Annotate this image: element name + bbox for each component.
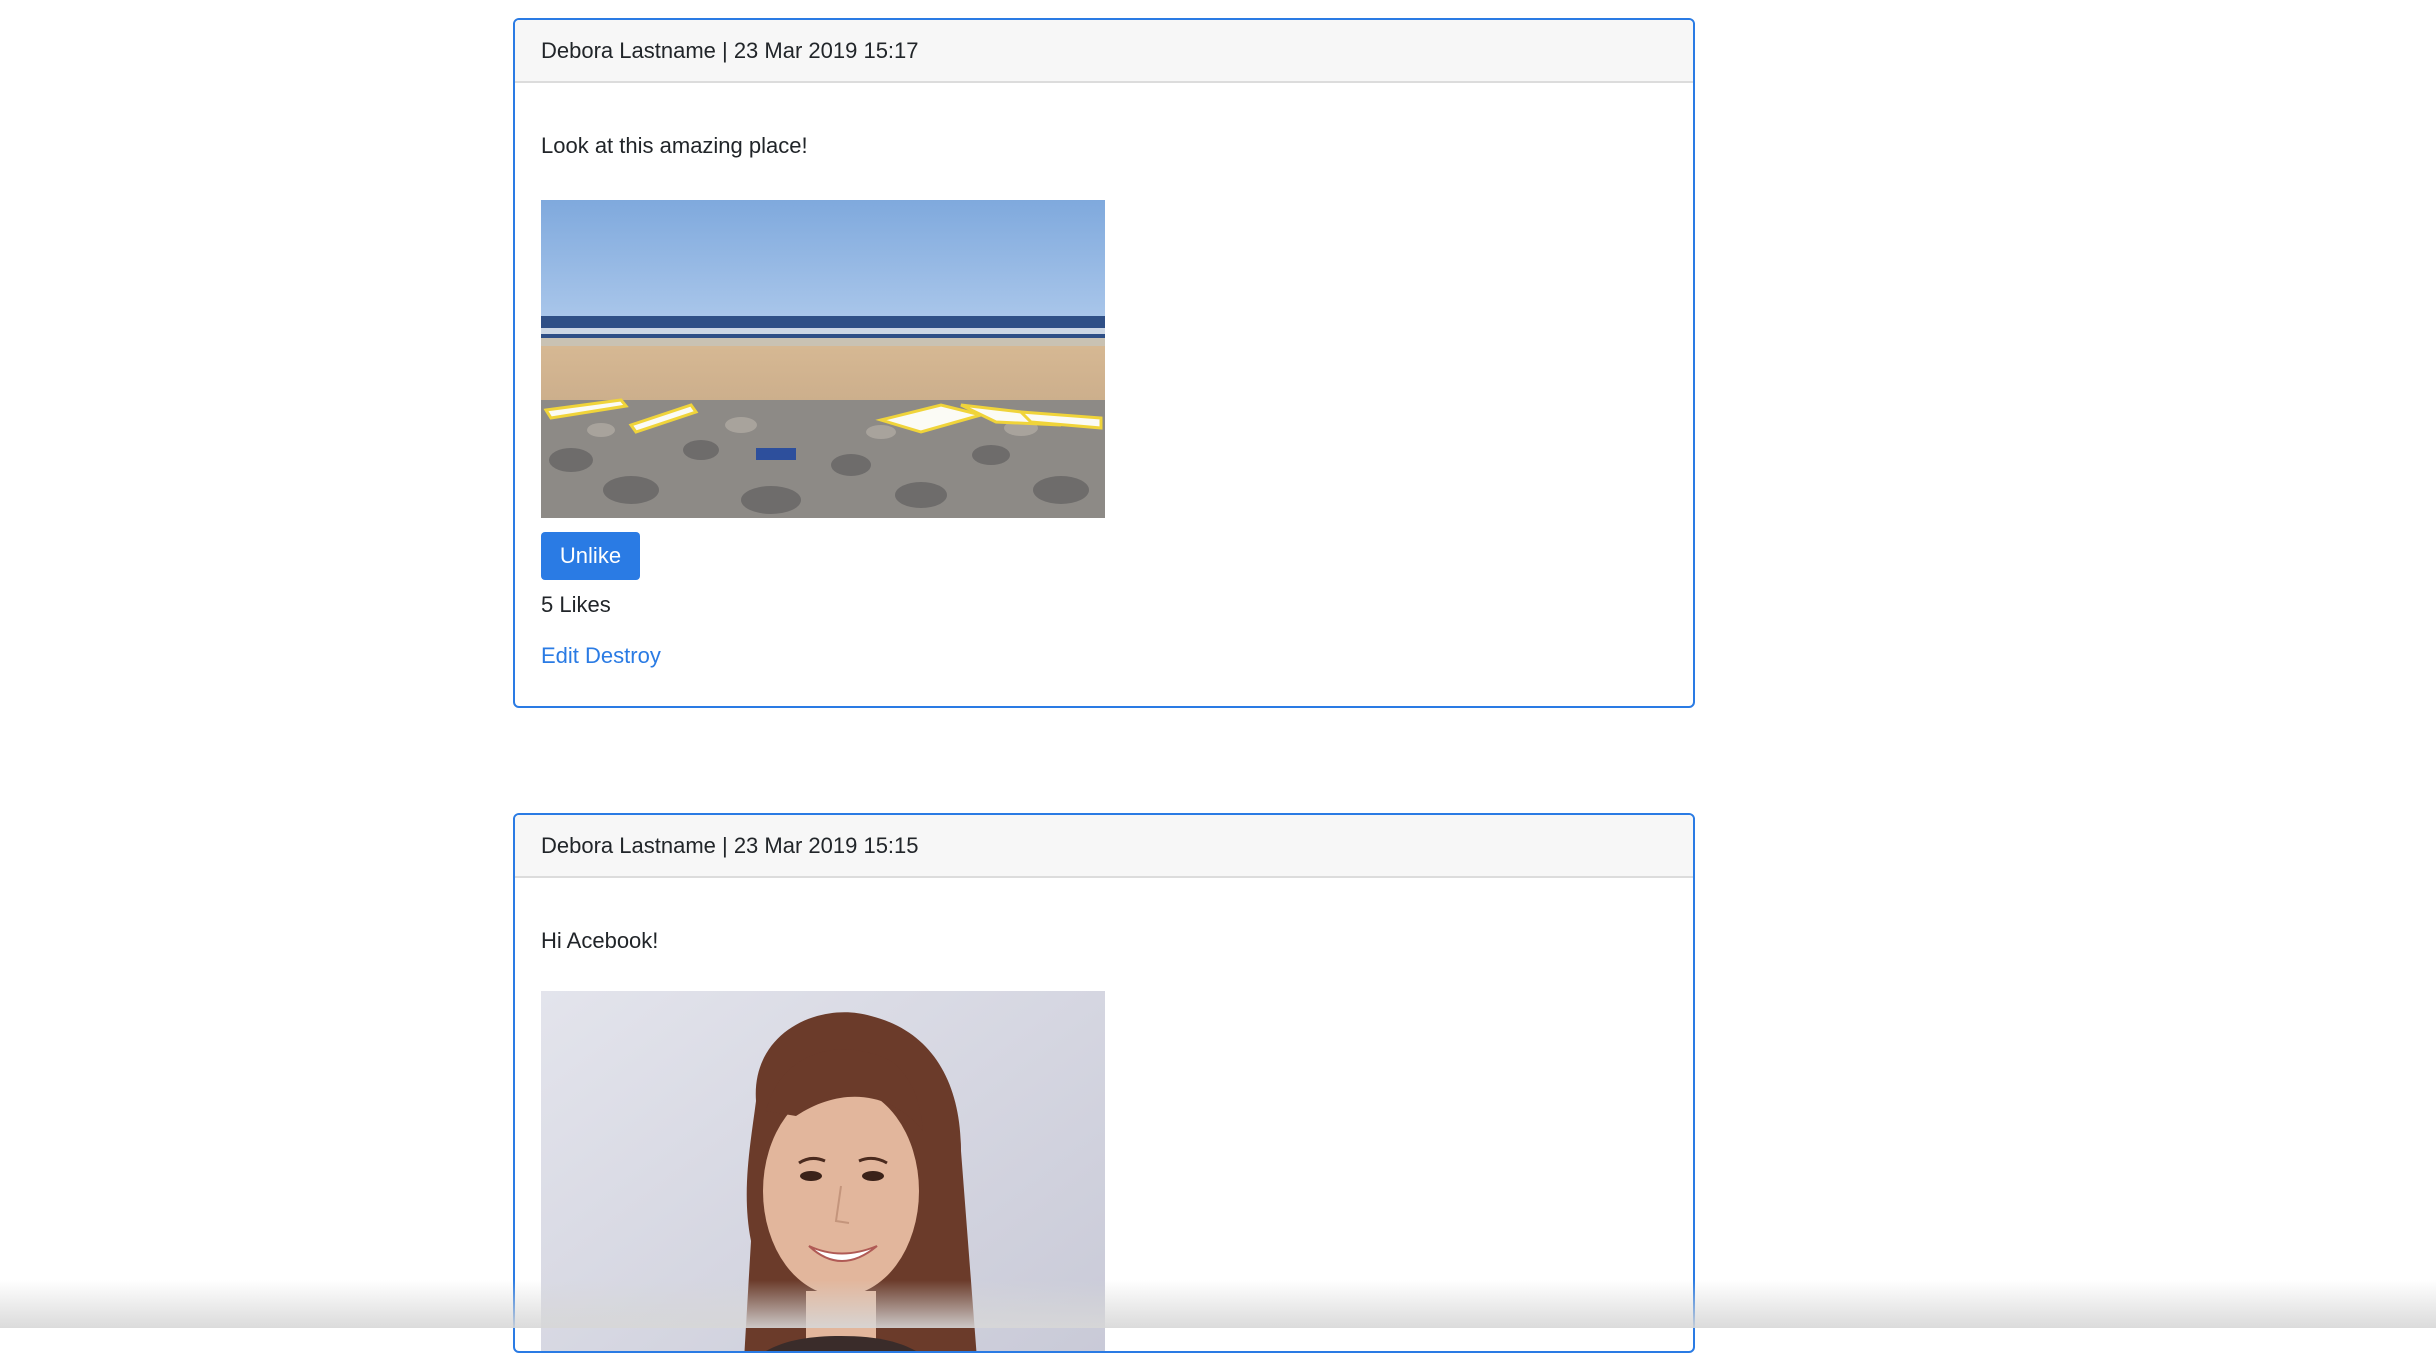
- post-image-beach: [541, 200, 1105, 518]
- post-header: Debora Lastname | 23 Mar 2019 15:15: [515, 815, 1693, 878]
- likes-count: 5 Likes: [541, 592, 611, 617]
- destroy-link[interactable]: Destroy: [585, 643, 661, 668]
- post-feed: Debora Lastname | 23 Mar 2019 15:17 Look…: [0, 0, 2436, 1353]
- unlike-button[interactable]: Unlike: [541, 532, 640, 580]
- post-image-portrait: [541, 991, 1105, 1351]
- post-card: Debora Lastname | 23 Mar 2019 15:17 Look…: [513, 18, 1695, 708]
- post-text: Look at this amazing place!: [541, 133, 808, 158]
- post-header: Debora Lastname | 23 Mar 2019 15:17: [515, 20, 1693, 83]
- post-text: Hi Acebook!: [541, 928, 659, 953]
- post-card: Debora Lastname | 23 Mar 2019 15:15 Hi A…: [513, 813, 1695, 1353]
- edit-link[interactable]: Edit: [541, 643, 579, 668]
- post-actions: Edit Destroy: [541, 643, 661, 669]
